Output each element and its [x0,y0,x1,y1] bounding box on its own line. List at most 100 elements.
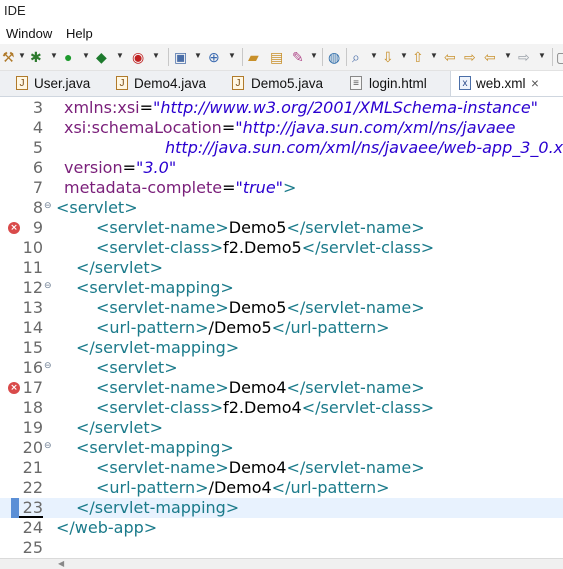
tab-user-java[interactable]: J User.java [8,71,104,96]
chevron-down-icon[interactable]: ▼ [310,51,318,60]
open-folder-icon[interactable]: ▰ [248,49,259,65]
debug-icon[interactable]: ✱ [30,49,42,65]
tab-label: Demo4.java [134,76,207,91]
code-line[interactable]: 23 </servlet-mapping> [0,498,563,518]
code-text: <url-pattern>/Demo5</url-pattern> [96,318,390,338]
chevron-down-icon[interactable]: ▼ [370,51,378,60]
chevron-down-icon[interactable]: ▼ [18,51,26,60]
code-line[interactable]: 20 ⊖ <servlet-mapping> [0,438,563,458]
tab-web-xml[interactable]: x web.xml × [450,71,563,96]
chevron-down-icon[interactable]: ▼ [504,51,512,60]
external-tools-icon[interactable]: ◉ [132,49,144,65]
fold-toggle-icon[interactable]: ⊖ [44,281,52,291]
run-server-icon[interactable]: ◆ [96,49,107,65]
chevron-down-icon[interactable]: ▼ [538,51,546,60]
code-line[interactable]: 22 <url-pattern>/Demo4</url-pattern> [0,478,563,498]
fold-toggle-icon[interactable]: ⊖ [44,441,52,451]
open-task-icon[interactable]: ▤ [270,49,283,65]
code-line[interactable]: 4 xsi:schemaLocation="http://java.sun.com… [0,118,563,138]
menu-window[interactable]: Window [6,26,52,41]
forward-edit-icon[interactable]: ⇨ [464,49,476,65]
code-line[interactable]: 11 </servlet> [0,258,563,278]
run-icon[interactable]: ● [64,49,72,65]
last-edit-icon[interactable]: ⇦ [444,49,456,65]
fold-toggle-icon[interactable]: ⊖ [44,361,52,371]
code-text: version="3.0" [64,158,176,178]
chevron-down-icon[interactable]: ▼ [400,51,408,60]
chevron-down-icon[interactable]: ▼ [152,51,160,60]
chevron-down-icon[interactable]: ▼ [82,51,90,60]
code-token: </servlet-name> [286,298,425,317]
menu-help[interactable]: Help [66,26,93,41]
code-token: </web-app> [56,518,158,537]
horizontal-scrollbar[interactable]: ◀ [0,558,563,569]
chevron-down-icon[interactable]: ▼ [228,51,236,60]
code-token: <servlet-name> [96,378,229,397]
close-icon[interactable]: × [531,76,539,91]
code-line[interactable]: 3 xmlns:xsi="http://www.w3.org/2001/XMLSc… [0,98,563,118]
code-token: "true" [235,178,284,197]
open-type-icon[interactable]: ⚒ [2,49,15,65]
fold-toggle-icon[interactable]: ⊖ [44,201,52,211]
line-number: 12 [22,278,43,297]
code-line[interactable]: 24 </web-app> [0,518,563,538]
code-line[interactable]: 16 ⊖ <servlet> [0,358,563,378]
line-number: 17 [22,378,43,397]
pin-icon[interactable]: ▢ [556,49,563,65]
line-number: 24 [22,518,43,537]
code-line[interactable]: 10 <servlet-class>f2.Demo5</servlet-class… [0,238,563,258]
code-text: </servlet-mapping> [76,338,239,358]
chevron-down-icon[interactable]: ▼ [116,51,124,60]
new-wizard-icon[interactable]: ▣ [174,49,187,65]
code-line[interactable]: 18 <servlet-class>f2.Demo4</servlet-class… [0,398,563,418]
code-token: </servlet-class> [301,238,435,257]
code-line[interactable]: 6 version="3.0" [0,158,563,178]
search-icon[interactable]: ⌕ [352,49,360,65]
forward-arrow-icon[interactable]: ⇨ [518,49,530,65]
globe-icon[interactable]: ◍ [328,49,340,65]
code-text: xsi:schemaLocation="http://java.sun.com/… [64,118,515,138]
chevron-down-icon[interactable]: ▼ [50,51,58,60]
code-line[interactable]: 19 </servlet> [0,418,563,438]
next-annotation-icon[interactable]: ⇩ [382,49,394,65]
code-line[interactable]: × 9 <servlet-name>Demo5</servlet-name> [0,218,563,238]
new-class-icon[interactable]: ⊕ [208,49,220,65]
code-line[interactable]: 5 http://java.sun.com/xml/ns/javaee/web-a… [0,138,563,158]
code-token: </servlet-mapping> [76,338,240,357]
tab-demo4-java[interactable]: J Demo4.java [108,71,220,96]
chevron-down-icon[interactable]: ▼ [194,51,202,60]
code-text: <servlet> [56,198,138,218]
code-line[interactable]: 12 ⊖ <servlet-mapping> [0,278,563,298]
code-token: "http://java.sun.com/xml/ns/javaee [235,118,516,137]
code-editor[interactable]: 3 xmlns:xsi="http://www.w3.org/2001/XMLSc… [0,97,563,568]
line-number: 25 [22,538,43,557]
line-number: 6 [32,158,43,177]
code-token: </url-pattern> [271,478,390,497]
code-line[interactable]: 14 <url-pattern>/Demo5</url-pattern> [0,318,563,338]
code-token: <servlet> [56,198,138,217]
code-line[interactable]: 8 ⊖ <servlet> [0,198,563,218]
current-line-marker [11,498,19,518]
line-number: 15 [22,338,43,357]
back-arrow-icon[interactable]: ⇦ [484,49,496,65]
tab-demo5-java[interactable]: J Demo5.java [224,71,334,96]
code-line[interactable]: 25 [0,538,563,558]
pencil-icon[interactable]: ✎ [292,49,304,65]
previous-annotation-icon[interactable]: ⇧ [412,49,424,65]
code-token: "3.0" [136,158,177,177]
code-line[interactable]: 13 <servlet-name>Demo5</servlet-name> [0,298,563,318]
code-token: <url-pattern> [96,478,209,497]
code-text: <servlet> [96,358,178,378]
tab-login-html[interactable]: ≡ login.html [340,71,444,96]
scroll-left-icon[interactable]: ◀ [58,559,64,568]
chevron-down-icon[interactable]: ▼ [430,51,438,60]
code-token: xsi:schemaLocation [64,118,222,137]
code-line[interactable]: × 17 <servlet-name>Demo4</servlet-name> [0,378,563,398]
code-token: Demo4 [228,378,287,397]
code-token: </servlet-name> [286,458,425,477]
code-line[interactable]: 21 <servlet-name>Demo4</servlet-name> [0,458,563,478]
tab-label: login.html [369,76,427,91]
code-line[interactable]: 15 </servlet-mapping> [0,338,563,358]
java-file-icon: J [116,76,128,90]
code-line[interactable]: 7 metadata-complete="true"> [0,178,563,198]
